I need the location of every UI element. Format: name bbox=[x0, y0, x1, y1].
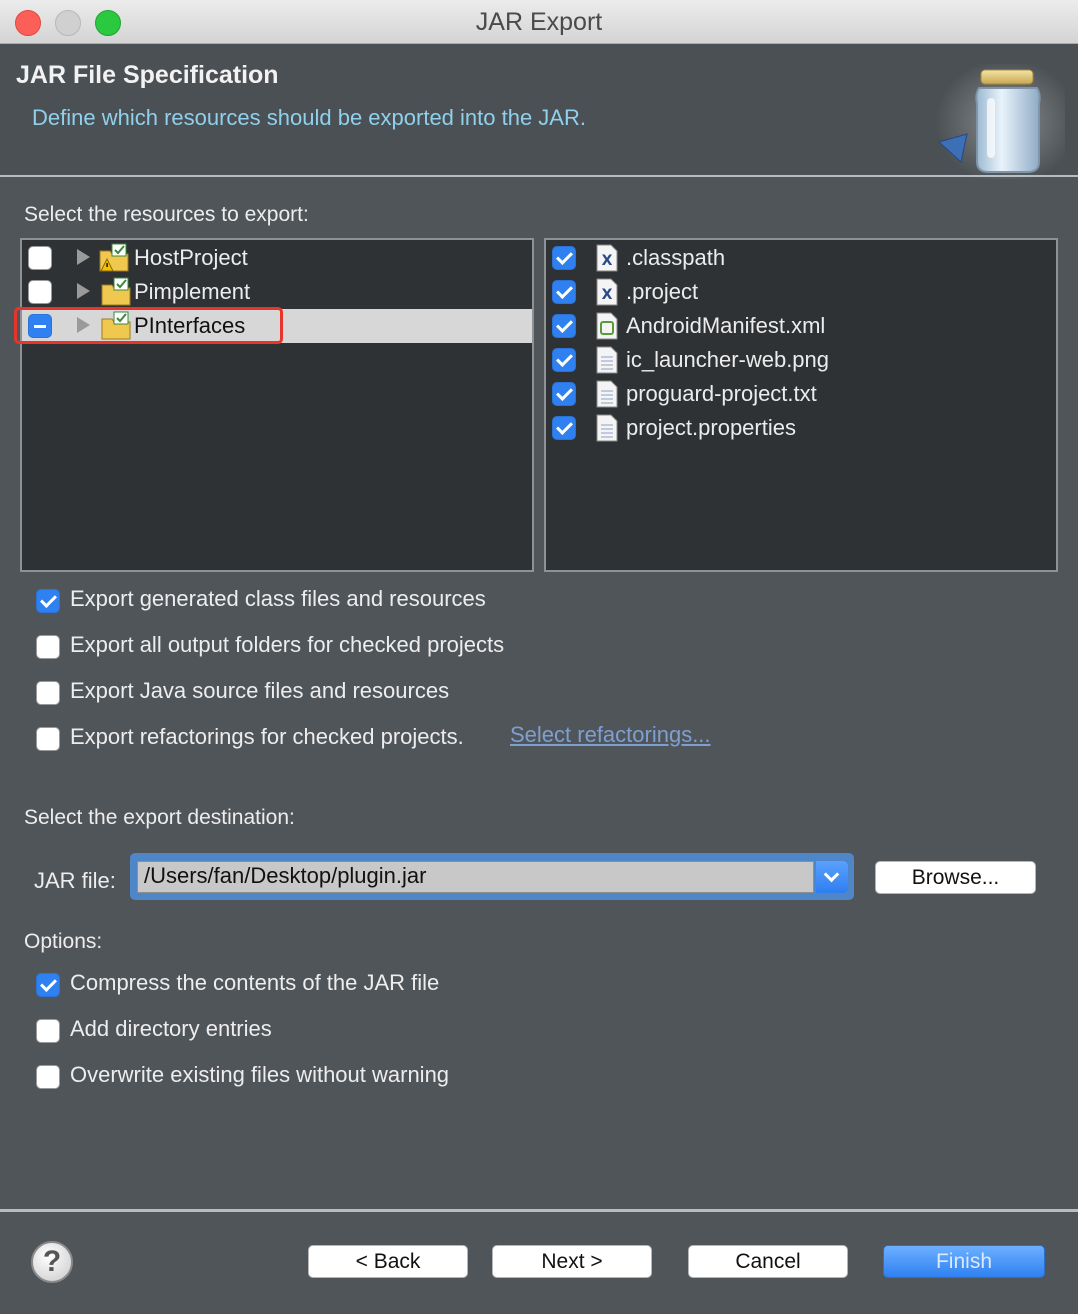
file-row[interactable]: ic_launcher-web.png bbox=[546, 343, 1056, 377]
jar-file-label: JAR file: bbox=[34, 868, 116, 893]
export-output-folders-checkbox[interactable] bbox=[36, 635, 60, 659]
finish-button[interactable]: Finish bbox=[883, 1245, 1045, 1278]
option-label: Export Java source files and resources bbox=[70, 678, 450, 703]
wizard-header: JAR File Specification Define which reso… bbox=[0, 44, 1078, 179]
project-folder-icon bbox=[101, 277, 131, 306]
text-file-icon bbox=[596, 346, 618, 374]
file-row[interactable]: X .project bbox=[546, 275, 1056, 309]
back-button[interactable]: < Back bbox=[308, 1245, 468, 1278]
jar-file-combo: /Users/fan/Desktop/plugin.jar bbox=[130, 853, 854, 900]
window-title: JAR Export bbox=[475, 8, 603, 36]
svg-text:X: X bbox=[602, 253, 613, 269]
jar-icon bbox=[935, 64, 1065, 179]
page-title: JAR File Specification bbox=[16, 61, 279, 89]
pimplement-checkbox[interactable] bbox=[28, 280, 52, 304]
help-icon[interactable]: ? bbox=[31, 1241, 73, 1283]
options-label: Options: bbox=[24, 930, 103, 953]
export-class-files-checkbox[interactable] bbox=[36, 589, 60, 613]
file-checkbox[interactable] bbox=[552, 348, 576, 372]
option-label: Add directory entries bbox=[70, 1016, 272, 1041]
tree-item-label: Pimplement bbox=[134, 279, 251, 304]
file-checkbox[interactable] bbox=[552, 314, 576, 338]
text-file-icon bbox=[596, 380, 618, 408]
browse-button[interactable]: Browse... bbox=[875, 861, 1036, 894]
svg-text:X: X bbox=[602, 287, 613, 303]
xml-x-file-icon: X bbox=[596, 278, 618, 306]
tree-row-hostproject[interactable]: HostProject bbox=[22, 241, 532, 275]
annotation-highlight-box bbox=[14, 307, 283, 344]
select-refactorings-link[interactable]: Select refactorings... bbox=[510, 722, 711, 748]
android-manifest-icon bbox=[596, 312, 618, 340]
project-folder-warning-icon bbox=[99, 243, 129, 272]
hostproject-checkbox[interactable] bbox=[28, 246, 52, 270]
page-description: Define which resources should be exporte… bbox=[32, 105, 586, 130]
file-checkbox[interactable] bbox=[552, 382, 576, 406]
text-file-icon bbox=[596, 414, 618, 442]
expand-arrow-icon[interactable] bbox=[77, 283, 90, 299]
destination-label: Select the export destination: bbox=[24, 806, 295, 829]
xml-x-file-icon: X bbox=[596, 244, 618, 272]
file-checkbox[interactable] bbox=[552, 246, 576, 270]
file-name: ic_launcher-web.png bbox=[626, 347, 830, 372]
file-name: .classpath bbox=[626, 245, 726, 270]
file-checkbox[interactable] bbox=[552, 280, 576, 304]
resources-label: Select the resources to export: bbox=[24, 203, 309, 226]
overwrite-checkbox[interactable] bbox=[36, 1065, 60, 1089]
file-row[interactable]: proguard-project.txt bbox=[546, 377, 1056, 411]
file-name: proguard-project.txt bbox=[626, 381, 817, 406]
export-refactorings-checkbox[interactable] bbox=[36, 727, 60, 751]
footer-separator bbox=[0, 1209, 1078, 1212]
next-button[interactable]: Next > bbox=[492, 1245, 652, 1278]
jar-file-input[interactable]: /Users/fan/Desktop/plugin.jar bbox=[137, 861, 814, 893]
file-row[interactable]: X .classpath bbox=[546, 241, 1056, 275]
option-label: Overwrite existing files without warning bbox=[70, 1062, 450, 1087]
compress-checkbox[interactable] bbox=[36, 973, 60, 997]
option-label: Export all output folders for checked pr… bbox=[70, 632, 505, 657]
tree-row-pimplement[interactable]: Pimplement bbox=[22, 275, 532, 309]
project-tree[interactable]: HostProject Pimplement PInterfaces bbox=[20, 238, 534, 572]
directory-entries-checkbox[interactable] bbox=[36, 1019, 60, 1043]
file-row[interactable]: AndroidManifest.xml bbox=[546, 309, 1056, 343]
file-checkbox[interactable] bbox=[552, 416, 576, 440]
tree-item-label: HostProject bbox=[134, 245, 248, 270]
file-name: AndroidManifest.xml bbox=[626, 313, 826, 338]
file-name: project.properties bbox=[626, 415, 796, 440]
title-bar: JAR Export bbox=[0, 0, 1078, 44]
option-label: Compress the contents of the JAR file bbox=[70, 970, 440, 995]
export-java-source-checkbox[interactable] bbox=[36, 681, 60, 705]
file-list[interactable]: X .classpath X .project AndroidManifest.… bbox=[544, 238, 1058, 572]
chevron-down-icon[interactable] bbox=[816, 861, 848, 893]
option-label: Export generated class files and resourc… bbox=[70, 586, 486, 611]
file-name: .project bbox=[626, 279, 699, 304]
file-row[interactable]: project.properties bbox=[546, 411, 1056, 445]
cancel-button[interactable]: Cancel bbox=[688, 1245, 848, 1278]
expand-arrow-icon[interactable] bbox=[77, 249, 90, 265]
option-label: Export refactorings for checked projects… bbox=[70, 724, 464, 749]
